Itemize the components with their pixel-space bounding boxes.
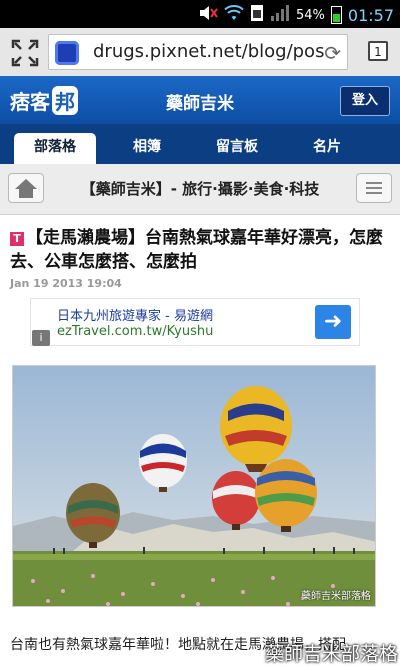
url-bar[interactable]: drugs.pixnet.net/blog/pos ⟳ [48, 34, 348, 70]
post-photo[interactable]: 藥師吉米部落格 [12, 365, 376, 607]
menu-icon [366, 182, 382, 194]
blog-name[interactable]: 【藥師吉米】- 旅行·攝影·美食·科技 [54, 178, 346, 199]
pin-icon: T [10, 232, 24, 246]
nav-tabs: 部落格 相簿 留言板 名片 [0, 124, 400, 164]
site-favicon-icon [55, 41, 79, 65]
ad-info-icon[interactable]: i [32, 330, 50, 346]
screen-watermark: 藥師吉米部落格 [264, 643, 398, 665]
mute-icon [198, 4, 218, 26]
home-icon [15, 179, 37, 198]
tab-count-button[interactable]: 1 [368, 41, 388, 61]
ad-arrow-icon[interactable]: ➜ [315, 305, 351, 339]
clock: 01:57 [347, 5, 394, 25]
browser-toolbar: drugs.pixnet.net/blog/pos ⟳ 1 [0, 28, 400, 77]
ad-url[interactable]: ezTravel.com.tw/Kyushu [57, 324, 213, 339]
photo-watermark: 藥師吉米部落格 [301, 591, 371, 602]
sim-icon [250, 4, 264, 26]
tab-albums[interactable]: 相簿 [106, 133, 188, 164]
login-button[interactable]: 登入 [340, 86, 390, 116]
status-bar: 54% 01:57 [0, 0, 400, 28]
battery-icon [330, 6, 342, 24]
tab-profile[interactable]: 名片 [286, 133, 368, 164]
battery-percent: 54% [295, 7, 325, 23]
reload-icon[interactable]: ⟳ [324, 41, 341, 65]
tab-blog[interactable]: 部落格 [14, 133, 96, 164]
ad-banner[interactable]: 日本九州旅遊專家 - 易遊網 ezTravel.com.tw/Kyushu ➜ [30, 298, 360, 346]
home-button[interactable] [8, 173, 44, 203]
site-header: 痞客邦 藥師吉米 登入 [0, 76, 400, 124]
signal-icon [270, 4, 290, 26]
ad-title[interactable]: 日本九州旅遊專家 - 易遊網 [57, 305, 213, 324]
menu-button[interactable] [356, 173, 392, 203]
post-date: Jan 19 2013 19:04 [10, 277, 122, 290]
tab-guestbook[interactable]: 留言板 [196, 133, 278, 164]
post-title[interactable]: T 【走馬瀨農場】台南熱氣球嘉年華好漂亮，怎麼去、公車怎麼搭、怎麼拍 [10, 226, 392, 274]
url-text[interactable]: drugs.pixnet.net/blog/pos [93, 41, 324, 62]
fullscreen-icon[interactable] [10, 38, 40, 68]
blog-title-bar: 【藥師吉米】- 旅行·攝影·美食·科技 [0, 164, 400, 215]
wifi-icon [224, 5, 244, 25]
